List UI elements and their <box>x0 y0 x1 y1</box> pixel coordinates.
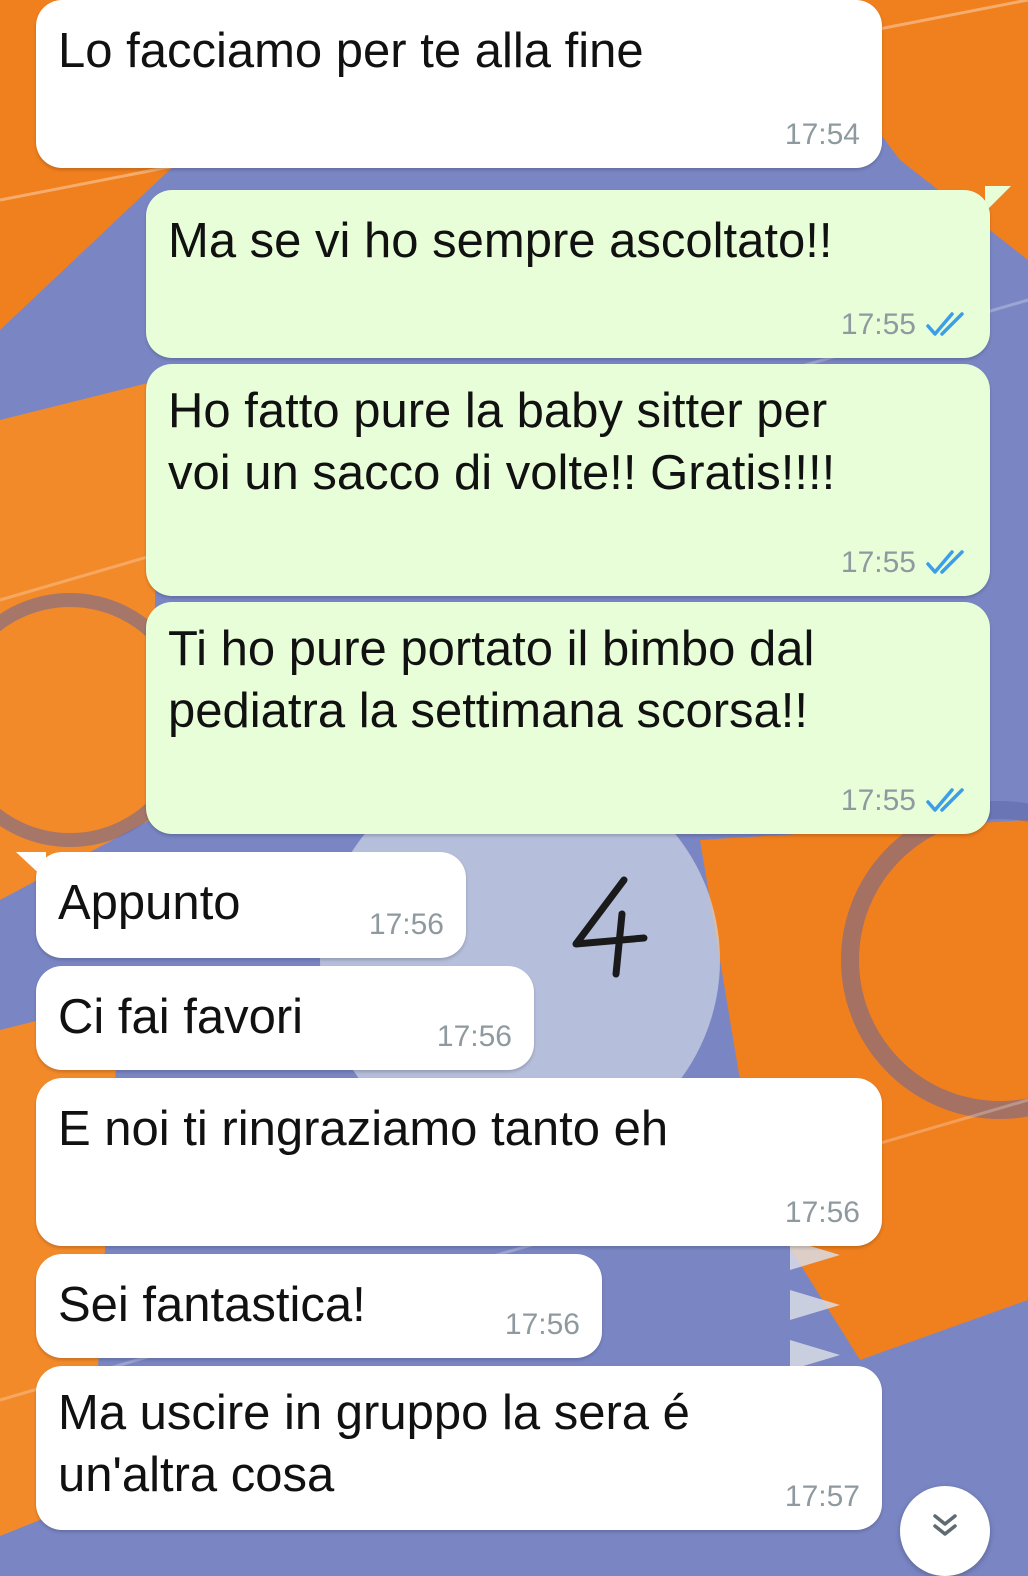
double-check-icon <box>926 788 964 812</box>
message-time: 17:56 <box>504 1308 580 1341</box>
message-text: Ma uscire in gruppo la sera é un'altra c… <box>58 1386 690 1502</box>
message-time: 17:57 <box>784 1480 860 1513</box>
message-bubble-incoming[interactable]: E noi ti ringraziamo tanto eh 17:56 <box>36 1078 882 1246</box>
double-check-icon <box>926 312 964 336</box>
message-time: 17:54 <box>784 118 860 151</box>
message-meta: 17:57 <box>785 1480 860 1514</box>
message-text: Ti ho pure portato il bimbo dal pediatra… <box>168 622 815 738</box>
message-text: E noi ti ringraziamo tanto eh <box>58 1102 669 1156</box>
message-time: 17:55 <box>840 784 916 817</box>
message-meta: 17:54 <box>785 118 860 152</box>
message-text: Ho fatto pure la baby sitter per voi un … <box>168 384 836 500</box>
message-meta: 17:55 <box>841 546 968 580</box>
message-bubble-incoming[interactable]: Lo facciamo per te alla fine 17:54 <box>36 0 882 168</box>
message-meta: 17:56 <box>505 1308 580 1342</box>
handwritten-annotation <box>572 876 648 978</box>
message-time: 17:56 <box>784 1196 860 1229</box>
message-time: 17:55 <box>840 308 916 341</box>
message-time: 17:56 <box>436 1020 512 1053</box>
message-text: Ma se vi ho sempre ascoltato!! <box>168 214 833 268</box>
message-meta: 17:56 <box>437 1020 512 1054</box>
message-meta: 17:55 <box>841 784 968 818</box>
message-bubble-incoming[interactable]: Sei fantastica! 17:56 <box>36 1254 602 1358</box>
message-time: 17:55 <box>840 546 916 579</box>
message-bubble-outgoing[interactable]: Ma se vi ho sempre ascoltato!! 17:55 <box>146 190 990 358</box>
scroll-to-bottom-button[interactable] <box>900 1486 990 1576</box>
message-text: Lo facciamo per te alla fine <box>58 24 644 78</box>
message-bubble-incoming[interactable]: Ma uscire in gruppo la sera é un'altra c… <box>36 1366 882 1530</box>
message-bubble-outgoing[interactable]: Ho fatto pure la baby sitter per voi un … <box>146 364 990 596</box>
message-meta: 17:55 <box>841 308 968 342</box>
message-meta: 17:56 <box>369 908 444 942</box>
message-meta: 17:56 <box>785 1196 860 1230</box>
message-bubble-incoming[interactable]: Ci fai favori 17:56 <box>36 966 534 1070</box>
double-check-icon <box>926 550 964 574</box>
message-bubble-outgoing[interactable]: Ti ho pure portato il bimbo dal pediatra… <box>146 602 990 834</box>
message-text: Sei fantastica! <box>58 1278 366 1332</box>
message-time: 17:56 <box>368 908 444 941</box>
message-bubble-incoming[interactable]: Appunto 17:56 <box>36 852 466 958</box>
